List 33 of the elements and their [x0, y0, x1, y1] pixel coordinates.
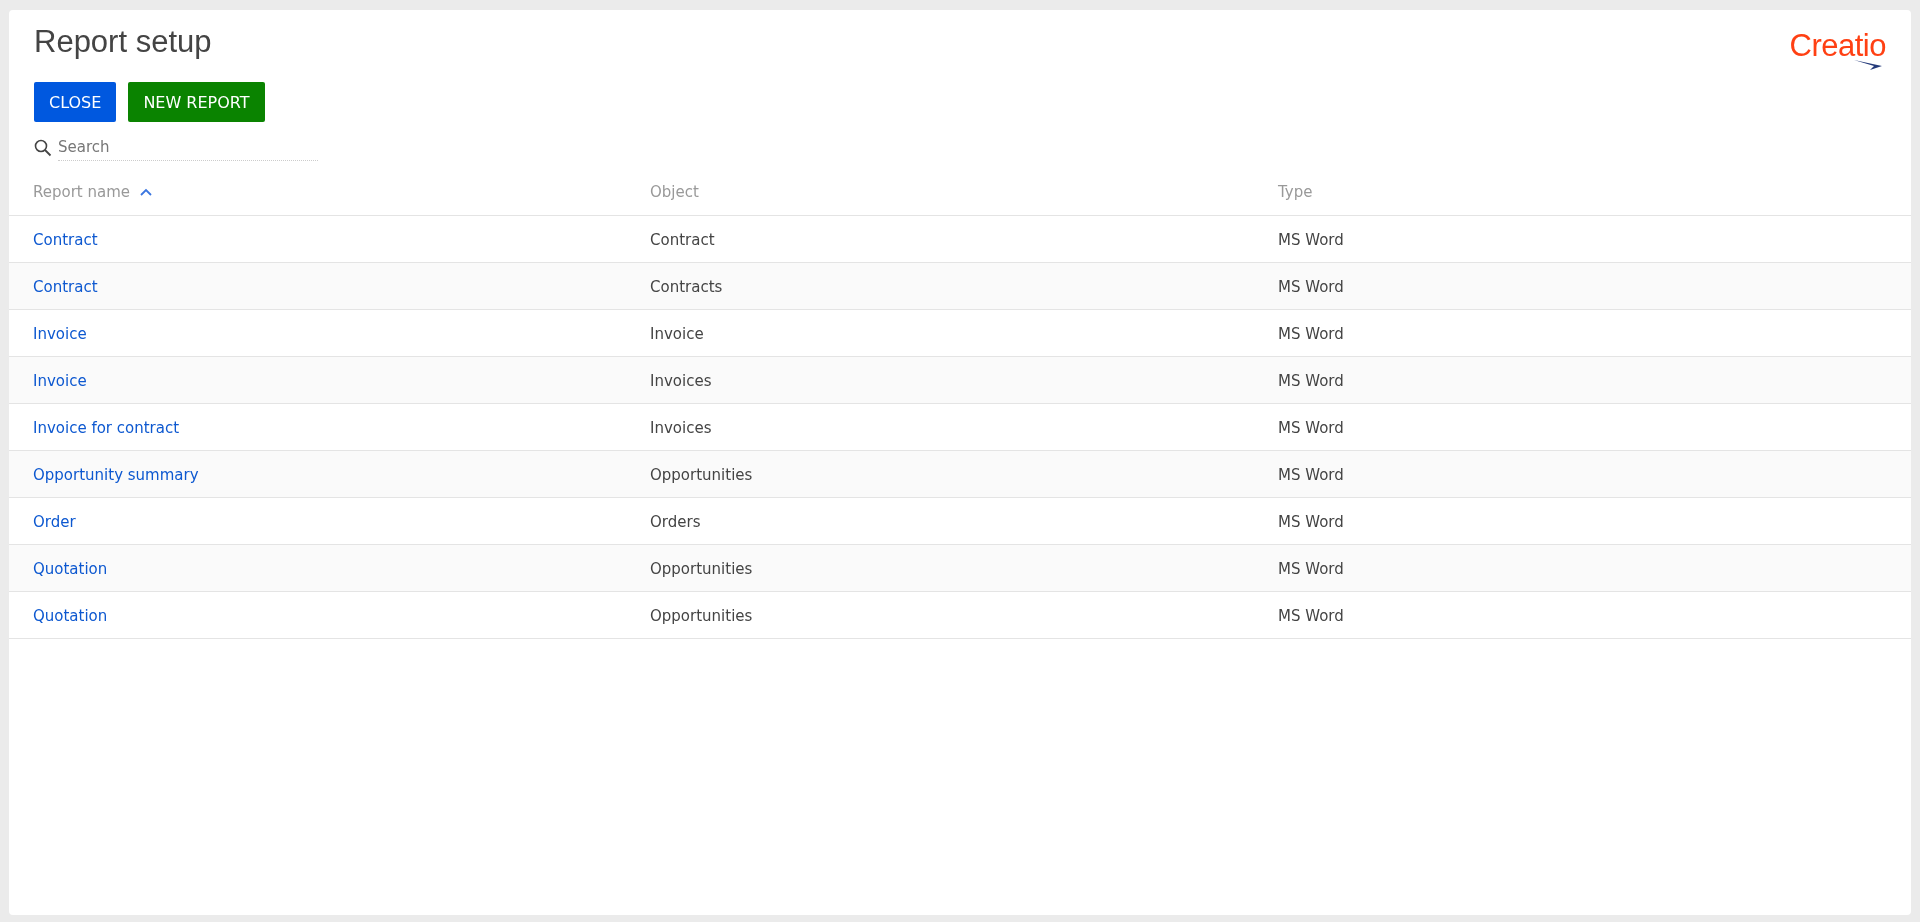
table-cell: MS Word	[1278, 512, 1344, 531]
report-link[interactable]: Contract	[33, 230, 98, 249]
new-report-button[interactable]: NEW REPORT	[128, 82, 265, 122]
table-cell: Invoice	[650, 324, 704, 343]
table-cell: MS Word	[1278, 418, 1344, 437]
table-cell: MS Word	[1278, 230, 1344, 249]
logo-wordmark: Creatio	[1789, 32, 1886, 60]
report-link[interactable]: Invoice	[33, 371, 87, 390]
close-button[interactable]: CLOSE	[34, 82, 117, 122]
table-cell: Orders	[650, 512, 701, 531]
report-link[interactable]: Invoice for contract	[33, 418, 180, 437]
report-link[interactable]: Opportunity summary	[33, 465, 199, 484]
table-cell: Contract	[650, 230, 715, 249]
table-cell: Contracts	[650, 277, 723, 296]
page-title: Report setup	[34, 24, 212, 60]
report-link[interactable]: Order	[33, 512, 76, 531]
report-link[interactable]: Quotation	[33, 559, 108, 578]
report-link[interactable]: Invoice	[33, 324, 87, 343]
table-cell: Opportunities	[650, 559, 753, 578]
table-cell: Opportunities	[650, 606, 753, 625]
report-link[interactable]: Contract	[33, 277, 98, 296]
table-cell: MS Word	[1278, 465, 1344, 484]
report-link[interactable]: Quotation	[33, 606, 108, 625]
table-cell: MS Word	[1278, 324, 1344, 343]
table-cell: Invoices	[650, 418, 712, 437]
table-cell: MS Word	[1278, 371, 1344, 390]
table-cell: Invoices	[650, 371, 712, 390]
table-cell: MS Word	[1278, 606, 1344, 625]
table-cell: MS Word	[1278, 277, 1344, 296]
sort-ascending-icon[interactable]	[140, 188, 153, 196]
table-cell: MS Word	[1278, 559, 1344, 578]
table-cell: Opportunities	[650, 465, 753, 484]
search-icon	[34, 138, 52, 157]
